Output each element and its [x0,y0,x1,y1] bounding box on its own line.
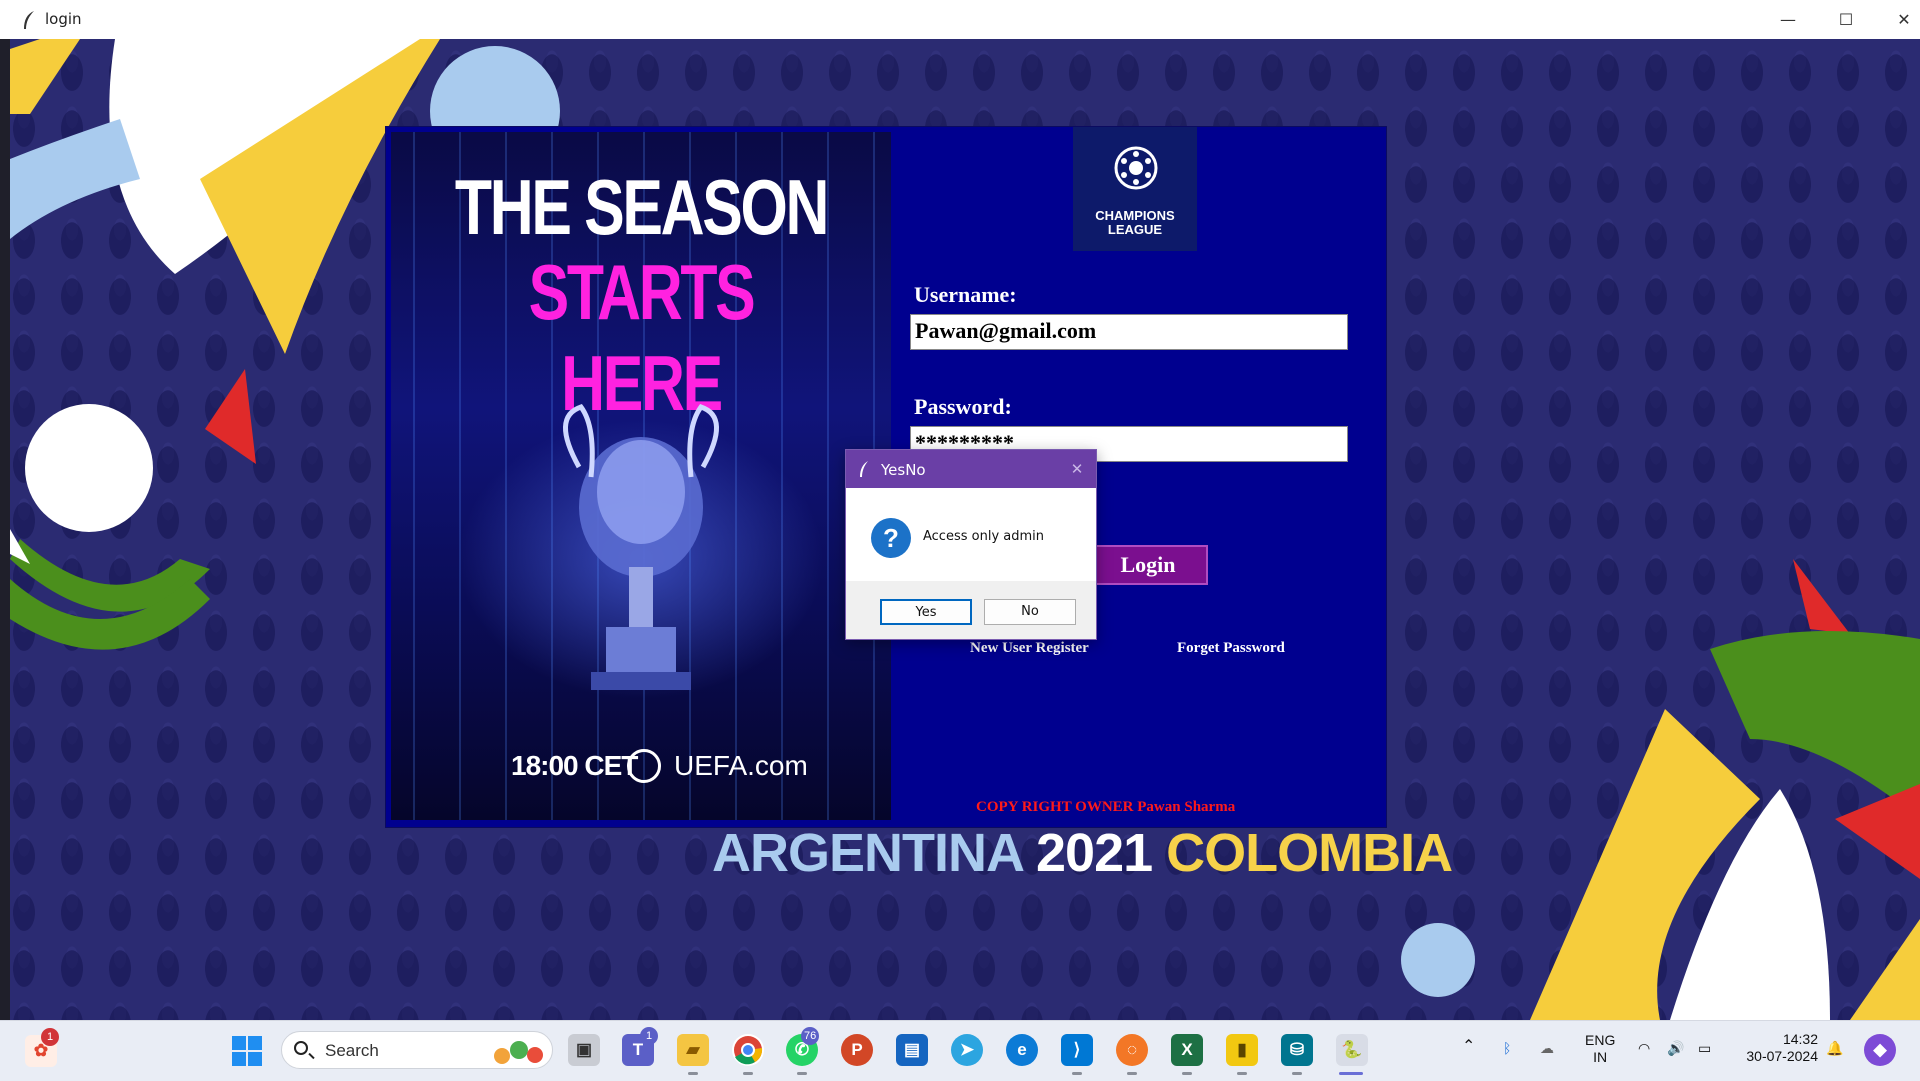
clock-time: 14:32 [1782,1031,1818,1047]
search-icon [294,1041,308,1055]
wifi-icon[interactable]: ◠ [1638,1040,1650,1057]
windows-start-icon[interactable] [231,1035,263,1067]
tournament-banner: ARGENTINA 2021 COLOMBIA [712,822,1453,884]
taskbar-search-input[interactable]: Search [281,1031,553,1069]
volume-icon[interactable]: 🔊 [1667,1040,1684,1057]
dialog-close-icon[interactable]: ✕ [1066,458,1088,480]
jupyter-icon[interactable]: ◌ [1116,1034,1148,1066]
whatsapp-running-indicator [797,1072,807,1075]
forget-password-link[interactable]: Forget Password [1177,640,1285,657]
window-title: login [45,10,82,28]
banner-right: COLOMBIA [1166,823,1453,883]
logo-text: CHAMPIONS LEAGUE [1095,208,1175,237]
season-poster: THE SEASON STARTS HERE 18:00 CET UEFA.co… [391,132,891,820]
password-label: Password: [914,394,1012,419]
copilot-icon[interactable]: ◆ [1864,1034,1896,1066]
chrome-icon[interactable] [732,1034,764,1066]
no-button[interactable]: No [984,599,1076,625]
login-button[interactable]: Login [1088,545,1208,585]
battery-icon[interactable]: ▭ [1698,1040,1711,1057]
close-icon: ✕ [1897,10,1911,29]
new-user-register-link[interactable]: New User Register [970,640,1089,657]
powerbi-icon[interactable]: ▮ [1226,1034,1258,1066]
jupyter-running-indicator [1127,1072,1137,1075]
question-icon: ? [871,518,911,558]
language-top: ENG [1585,1032,1616,1048]
powerbi-running-indicator [1237,1072,1247,1075]
clock-date: 30-07-2024 [1746,1048,1818,1064]
yesno-dialog: YesNo ✕ ? Access only admin Yes No [845,449,1097,640]
explorer-running-indicator [688,1072,698,1075]
teams-badge: 1 [640,1027,658,1045]
language-indicator[interactable]: ENG IN [1585,1032,1615,1066]
news-icon[interactable]: ▤ [896,1034,928,1066]
bluetooth-icon[interactable]: ᛒ [1503,1040,1511,1057]
vscode-running-indicator [1072,1072,1082,1075]
file-explorer-icon[interactable]: ▰ [677,1034,709,1066]
trophy-icon [563,404,719,690]
dialog-message: Access only admin [923,529,1044,544]
search-highlight-icon [494,1041,543,1064]
excel-running-indicator [1182,1072,1192,1075]
tray-overflow-icon[interactable]: ⌃ [1462,1038,1475,1055]
dialog-titlebar: YesNo ✕ [846,450,1096,488]
minimize-icon: — [1780,10,1796,29]
poster-headline-1: THE SEASON [454,163,829,251]
mysql-workbench-icon[interactable]: ⛁ [1281,1034,1313,1066]
banner-year: 2021 [1036,823,1153,883]
champions-league-logo: CHAMPIONS LEAGUE [1073,127,1197,251]
edge-icon[interactable]: e [1006,1034,1038,1066]
taskbar-clock[interactable]: 14:32 30-07-2024 [1738,1031,1818,1065]
telegram-icon[interactable]: ➤ [951,1034,983,1066]
close-button[interactable]: ✕ [1876,0,1920,39]
feather-icon [860,461,868,477]
python-active-indicator [1339,1072,1363,1075]
yes-button[interactable]: Yes [880,599,972,625]
minimize-button[interactable]: — [1760,0,1816,39]
python-icon[interactable]: 🐍 [1336,1034,1368,1066]
window-titlebar: login — ☐ ✕ [0,0,1920,40]
banner-left: ARGENTINA [712,823,1023,883]
left-edge-strip [0,39,10,1020]
poster-time: 18:00 CET [511,750,638,781]
maximize-button[interactable]: ☐ [1818,0,1874,39]
mysql-running-indicator [1292,1072,1302,1075]
task-view-icon[interactable]: ▣ [568,1034,600,1066]
chrome-running-indicator [743,1072,753,1075]
notification-bell-icon[interactable]: 🔔 [1826,1040,1843,1057]
starball-icon [627,749,661,783]
language-bottom: IN [1593,1049,1608,1065]
maximize-icon: ☐ [1838,10,1854,29]
excel-icon[interactable]: X [1171,1034,1203,1066]
copyright-text: COPY RIGHT OWNER Pawan Sharma [976,799,1236,815]
poster-site: UEFA.com [674,750,808,781]
search-label: Search [325,1041,379,1060]
onedrive-icon[interactable]: ☁ [1540,1040,1554,1057]
username-label: Username: [914,282,1017,307]
username-field[interactable]: Pawan@gmail.com [910,314,1348,350]
vscode-icon[interactable]: ⟩ [1061,1034,1093,1066]
notification-badge: 1 [41,1028,59,1046]
powerpoint-icon[interactable]: P [841,1034,873,1066]
starball-logo-icon [1114,146,1158,190]
feather-icon [24,11,34,29]
dialog-title: YesNo [881,461,926,479]
